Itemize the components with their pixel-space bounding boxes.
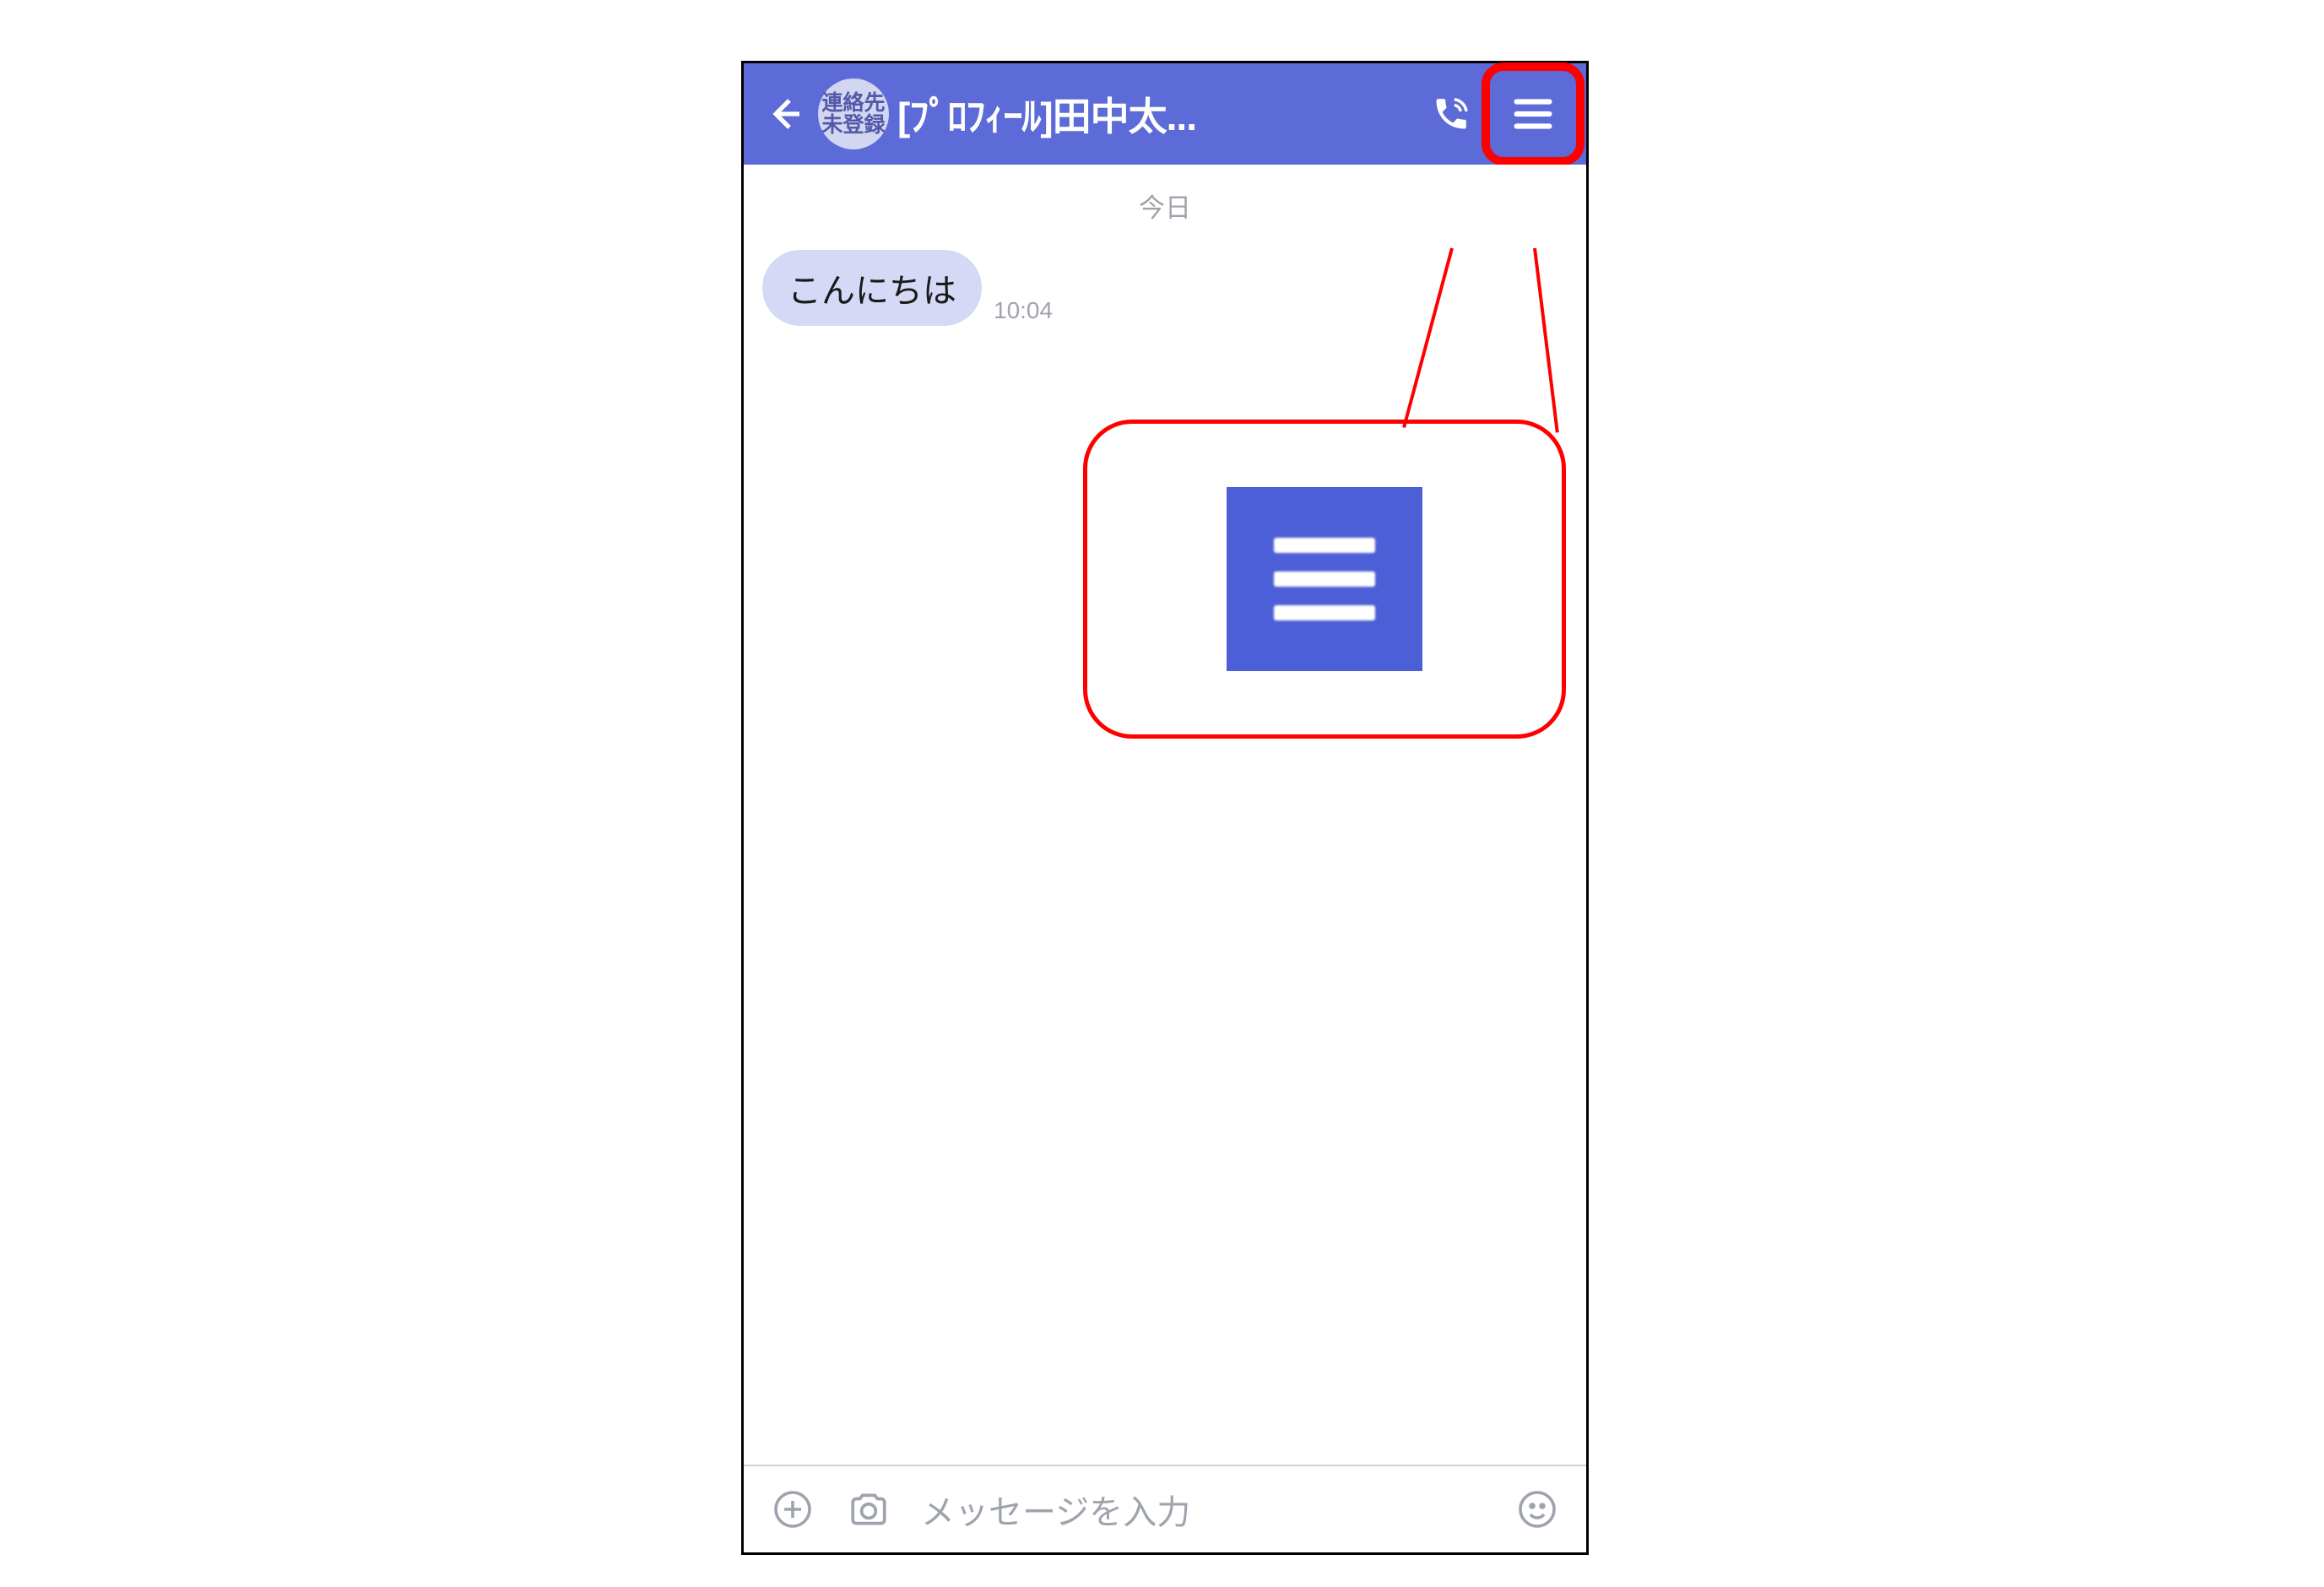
badge-line1: 連絡先 bbox=[821, 92, 885, 114]
arrow-left-icon bbox=[764, 94, 804, 134]
badge-line2: 未登録 bbox=[821, 114, 885, 136]
hamburger-icon bbox=[1274, 538, 1375, 620]
back-button[interactable] bbox=[759, 89, 810, 139]
callout-menu-tile bbox=[1227, 487, 1422, 671]
camera-icon bbox=[848, 1488, 890, 1530]
call-button[interactable] bbox=[1424, 87, 1478, 141]
phone-icon bbox=[1432, 95, 1471, 133]
smile-icon bbox=[1517, 1489, 1557, 1530]
message-input[interactable]: メッセージを入力 bbox=[921, 1485, 1485, 1534]
plus-circle-icon bbox=[772, 1489, 813, 1530]
chat-title: [ﾌﾟﾛﾌｨｰﾙ]田中太... bbox=[897, 86, 1416, 142]
header-bar: 連絡先 未登録 [ﾌﾟﾛﾌｨｰﾙ]田中太... bbox=[744, 63, 1586, 165]
annotation-callout bbox=[1083, 420, 1566, 739]
message-row: こんにちは 10:04 bbox=[744, 225, 1586, 326]
menu-button[interactable] bbox=[1487, 68, 1579, 160]
message-time: 10:04 bbox=[994, 297, 1053, 326]
message-bubble: こんにちは bbox=[762, 250, 982, 326]
hamburger-icon bbox=[1509, 89, 1557, 138]
chat-body: 今日 こんにちは 10:04 bbox=[744, 165, 1586, 1465]
add-button[interactable] bbox=[769, 1486, 816, 1533]
message-input-bar: メッセージを入力 bbox=[744, 1465, 1586, 1552]
emoji-button[interactable] bbox=[1514, 1486, 1561, 1533]
unregistered-contact-badge: 連絡先 未登録 bbox=[818, 79, 889, 149]
date-separator: 今日 bbox=[744, 187, 1586, 225]
chat-screen: 連絡先 未登録 [ﾌﾟﾛﾌｨｰﾙ]田中太... 今日 こんにちは bbox=[741, 61, 1589, 1555]
camera-button[interactable] bbox=[845, 1486, 892, 1533]
